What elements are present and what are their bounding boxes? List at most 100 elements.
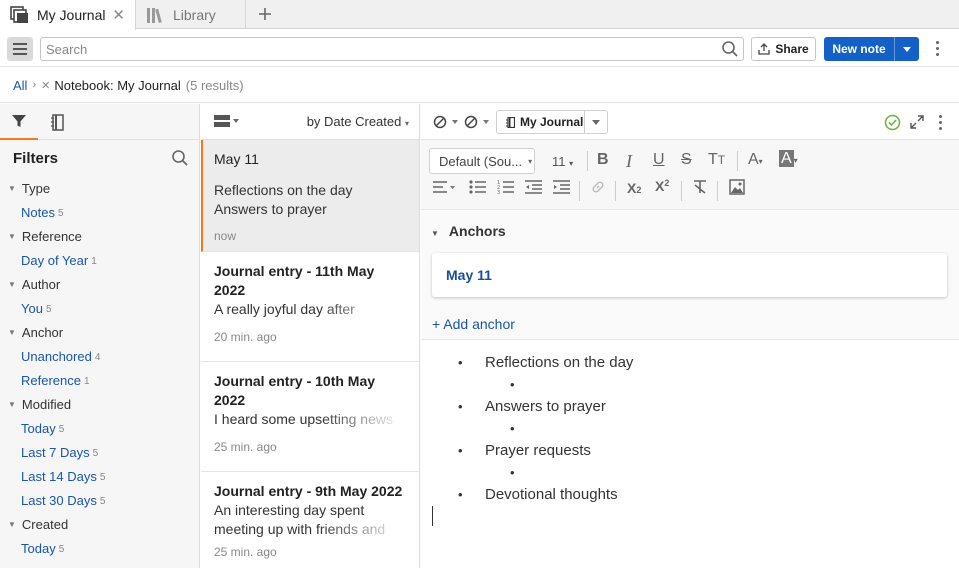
indent-icon[interactable]: [553, 180, 570, 194]
superscript-icon[interactable]: X2: [655, 178, 669, 194]
numbered-list-icon[interactable]: 123: [497, 180, 514, 194]
note-item[interactable]: Journal entry - 9th May 2022 An interest…: [201, 472, 419, 568]
filter-item-notes[interactable]: Notes 5: [0, 200, 199, 224]
filter-item-last-7-days[interactable]: Last 7 Days 5: [0, 440, 199, 464]
filter-item-today[interactable]: Today 5: [0, 416, 199, 440]
more-options-icon[interactable]: [936, 41, 940, 56]
strikethrough-icon[interactable]: S: [681, 151, 692, 169]
bullet-list-icon[interactable]: [469, 180, 486, 194]
caret-down-icon: ▼: [8, 399, 16, 409]
note-title: Journal entry - 10th May 2022: [214, 373, 376, 408]
note-time: 25 min. ago: [214, 545, 277, 559]
funnel-icon: [12, 115, 26, 127]
align-icon[interactable]: [433, 180, 455, 194]
filter-item-last-14-days[interactable]: Last 14 Days 5: [0, 464, 199, 488]
editor-header: My Journal: [421, 104, 959, 140]
menu-button[interactable]: [7, 37, 33, 61]
prohibited-icon: [464, 115, 478, 129]
search-input[interactable]: [41, 38, 701, 60]
filter-item-reference[interactable]: Reference 1: [0, 368, 199, 392]
filter-group-reference[interactable]: ▼ Reference: [0, 224, 199, 248]
note-preview-line: meeting up with friends and: [214, 521, 386, 537]
italic-icon[interactable]: I: [626, 151, 632, 172]
filter-group-anchor[interactable]: ▼ Anchor: [0, 320, 199, 344]
close-icon[interactable]: ✕: [112, 6, 125, 24]
caret-down-icon: ▼: [8, 279, 16, 289]
results-count: (5 results): [185, 77, 244, 93]
not-shared-button[interactable]: [433, 115, 458, 129]
tags-button[interactable]: [464, 115, 489, 129]
tab-filters[interactable]: [0, 104, 38, 140]
library-books-icon: [146, 6, 166, 24]
new-note-label: New note: [832, 42, 886, 56]
filter-group-created[interactable]: ▼ Created: [0, 512, 199, 536]
divider: [579, 181, 580, 201]
anchors-toggle[interactable]: ▼ Anchors: [431, 223, 506, 239]
filter-item-you[interactable]: You 5: [0, 296, 199, 320]
divider: [717, 181, 718, 201]
search-icon[interactable]: [171, 149, 189, 167]
font-color-icon[interactable]: A▾: [748, 151, 763, 169]
filter-item-day-of-year[interactable]: Day of Year 1: [0, 248, 199, 272]
filter-item-unanchored[interactable]: Unanchored 4: [0, 344, 199, 368]
anchors-section: ▼ Anchors May 11 + Add anchor: [421, 210, 959, 340]
link-icon[interactable]: [591, 180, 605, 194]
bold-icon[interactable]: B: [597, 151, 609, 169]
note-item[interactable]: May 11 Reflections on the day Answers to…: [201, 140, 419, 252]
text-size-icon[interactable]: TT: [708, 151, 725, 169]
note-item[interactable]: Journal entry - 10th May 2022 I heard so…: [201, 362, 419, 472]
tab-my-journal[interactable]: My Journal ✕: [0, 0, 136, 30]
notes-list-header: by Date Created ▾: [201, 104, 419, 140]
tab-label: Library: [173, 6, 216, 23]
breadcrumb-all[interactable]: All: [13, 78, 27, 93]
filter-list: ▼ Type Notes 5 ▼ Reference Day of Year 1 ▼ Au…: [0, 176, 199, 560]
caret-down-icon: ▼: [8, 327, 16, 337]
add-tab-button[interactable]: [246, 0, 284, 28]
note-item[interactable]: Journal entry - 11th May 2022 A really j…: [201, 252, 419, 362]
clear-format-icon[interactable]: [693, 180, 707, 194]
remove-filter-icon[interactable]: ✕: [41, 79, 50, 92]
font-size-selector[interactable]: 11 ▾: [552, 154, 573, 169]
filter-group-type[interactable]: ▼ Type: [0, 176, 199, 200]
filters-panel: Filters ▼ Type Notes 5 ▼ Reference Day of Y…: [0, 104, 200, 568]
new-note-dropdown[interactable]: [894, 37, 919, 61]
filter-group-modified[interactable]: ▼ Modified: [0, 392, 199, 416]
divider: [737, 151, 738, 171]
caret-down-icon: ▼: [8, 231, 16, 241]
tab-notebooks[interactable]: [38, 104, 76, 140]
view-mode-icon[interactable]: [214, 115, 239, 127]
note-title: May 11: [214, 151, 259, 167]
highlight-icon[interactable]: A ▾: [779, 150, 798, 168]
filter-item-last-30-days[interactable]: Last 30 Days 5: [0, 488, 199, 512]
underline-icon[interactable]: U: [653, 151, 665, 169]
subscript-icon[interactable]: X2: [627, 180, 641, 196]
list-item: Prayer requests: [421, 440, 959, 462]
anchor-card[interactable]: May 11: [432, 253, 947, 297]
expand-icon[interactable]: [910, 115, 924, 129]
outdent-icon[interactable]: [525, 180, 542, 194]
filter-item-created-today[interactable]: Today 5: [0, 536, 199, 560]
bullet-list: Reflections on the day Answers to prayer…: [421, 352, 959, 506]
nested-list-item: [421, 374, 959, 396]
note-time: now: [214, 229, 237, 243]
notebook-selector[interactable]: My Journal: [496, 110, 608, 134]
note-time: 25 min. ago: [214, 440, 277, 454]
share-button[interactable]: Share: [751, 37, 816, 61]
chevron-down-icon[interactable]: [585, 119, 607, 125]
note-title: Journal entry - 9th May 2022: [214, 483, 403, 499]
new-note-button[interactable]: New note: [824, 37, 919, 61]
editor-body[interactable]: Reflections on the day Answers to prayer…: [421, 340, 959, 526]
note-title: Journal entry - 11th May 2022: [214, 263, 375, 298]
image-icon[interactable]: [729, 179, 745, 195]
sort-dropdown[interactable]: by Date Created ▾: [307, 114, 409, 129]
filter-group-author[interactable]: ▼ Author: [0, 272, 199, 296]
search-icon[interactable]: [721, 40, 739, 58]
font-selector[interactable]: Default (Sou... ▾: [429, 148, 535, 174]
note-editor: My Journal Default (Sou... ▾ 11 ▾ B I U …: [421, 104, 959, 568]
caret-down-icon: [483, 120, 489, 124]
share-label: Share: [775, 42, 809, 56]
svg-text:3: 3: [497, 190, 500, 194]
more-options-icon[interactable]: [939, 115, 943, 130]
tab-library[interactable]: Library: [136, 0, 246, 29]
add-anchor-link[interactable]: + Add anchor: [432, 316, 515, 332]
